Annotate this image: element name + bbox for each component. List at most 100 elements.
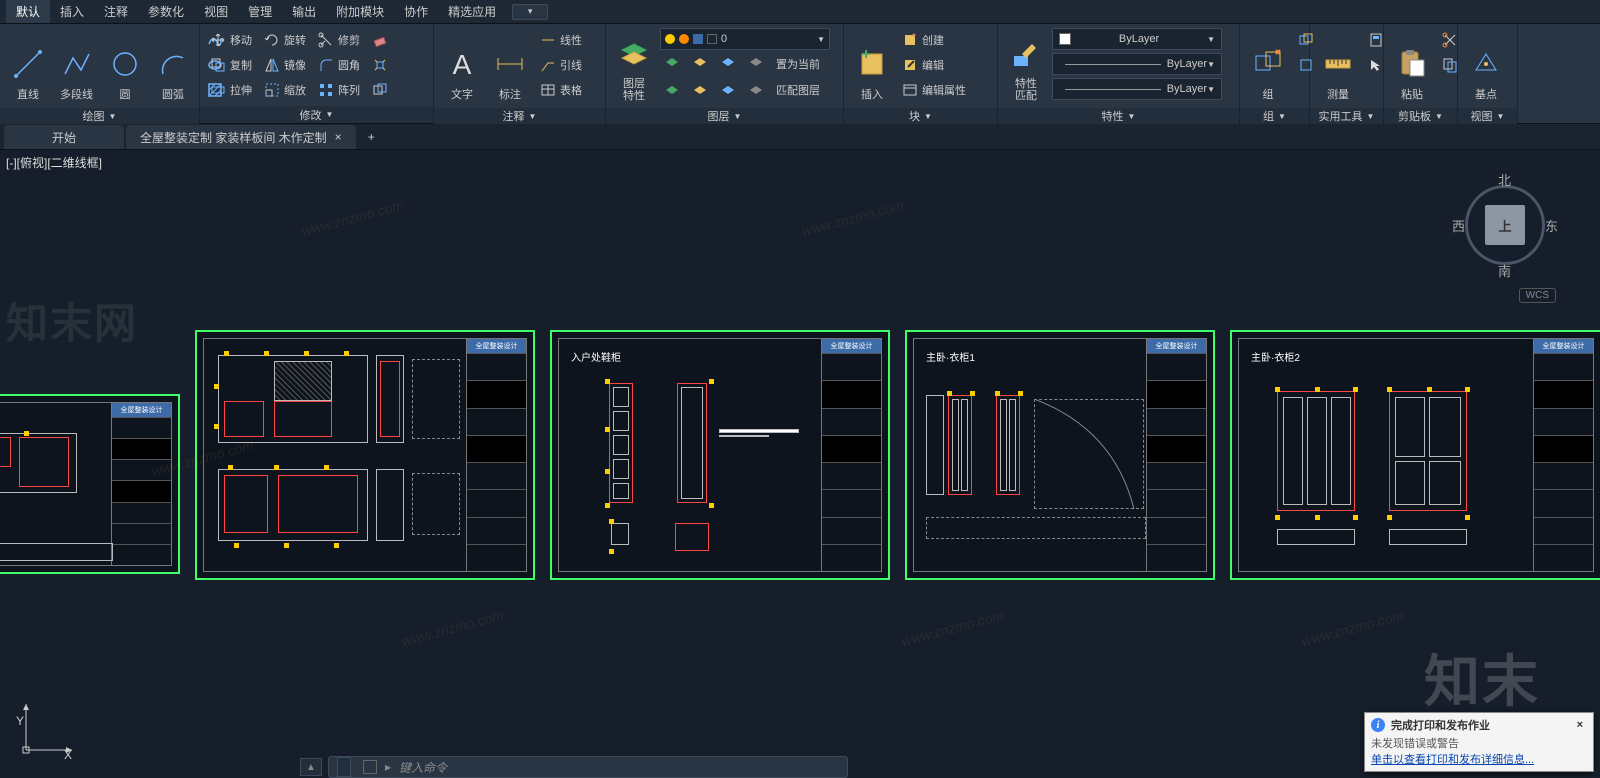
viewcube-west[interactable]: 西	[1452, 216, 1465, 235]
leader-button[interactable]: 引线	[536, 53, 586, 77]
create-block-button[interactable]: 创建	[898, 28, 970, 52]
layers-icon	[618, 36, 650, 76]
scale-button[interactable]: 缩放	[260, 78, 310, 102]
drawing-sheet-2[interactable]: 全屋整装设计 入户处鞋柜	[550, 330, 890, 580]
polyline-button[interactable]: 多段线	[54, 28, 99, 104]
notification-close-button[interactable]: ×	[1573, 719, 1587, 731]
layer-iso-button[interactable]	[660, 52, 684, 76]
drawing-sheet-4[interactable]: 全屋整装设计 主卧·衣柜2	[1230, 330, 1600, 580]
explode-icon	[372, 57, 388, 73]
panel-utilities: 测量 实用工具▼	[1310, 24, 1384, 123]
layer-sub-icon	[720, 82, 736, 98]
drawing-sheet-1[interactable]: 全屋整装设计	[195, 330, 535, 580]
wcs-badge[interactable]: WCS	[1519, 288, 1556, 303]
text-icon: A	[446, 44, 478, 84]
insert-icon	[856, 44, 888, 84]
file-tab-start[interactable]: 开始	[4, 125, 124, 149]
panel-block: 插入 创建 编辑 编辑属性 块▼	[844, 24, 998, 123]
mirror-button[interactable]: 镜像	[260, 53, 310, 77]
panel-view: 基点 视图▼	[1458, 24, 1518, 123]
color-swatch-icon	[707, 34, 717, 44]
notification-link[interactable]: 单击以查看打印和发布详细信息...	[1371, 751, 1587, 767]
lineweight-dropdown[interactable]: ByLayer▼	[1052, 53, 1222, 75]
drawing-canvas[interactable]: [-][俯视][二维线框] 全屋整装设计 全屋整装设计	[0, 150, 1600, 778]
arc-button[interactable]: 圆弧	[151, 28, 195, 104]
menu-tab-output[interactable]: 输出	[282, 0, 326, 23]
linear-dim-button[interactable]: 线性	[536, 28, 586, 52]
color-dropdown[interactable]: ByLayer▼	[1052, 28, 1222, 50]
basepoint-icon	[1470, 44, 1502, 84]
cmdline-expand[interactable]: ▲	[300, 758, 322, 776]
erase-button[interactable]	[368, 28, 392, 52]
dimension-button[interactable]: 标注	[488, 28, 532, 104]
measure-button[interactable]: 测量	[1316, 28, 1360, 104]
copy-button[interactable]: 复制	[206, 53, 256, 77]
circle-button[interactable]: 圆	[103, 28, 147, 104]
explode-button[interactable]	[368, 53, 392, 77]
menu-tab-view[interactable]: 视图	[194, 0, 238, 23]
panel-block-label: 块	[909, 108, 920, 124]
layer-on-button[interactable]	[660, 78, 684, 102]
basepoint-button[interactable]: 基点	[1464, 28, 1508, 104]
layer-sub-icon	[748, 56, 764, 72]
view-cube[interactable]: 上 北 南 东 西	[1450, 170, 1560, 280]
group-button[interactable]: 组	[1246, 28, 1290, 104]
new-tab-button[interactable]: +	[358, 125, 385, 149]
menu-tab-parametric[interactable]: 参数化	[138, 0, 194, 23]
insert-block-button[interactable]: 插入	[850, 28, 894, 104]
menu-tab-manage[interactable]: 管理	[238, 0, 282, 23]
layer-off-button[interactable]	[688, 52, 712, 76]
panel-group: 组 组▼	[1240, 24, 1310, 123]
viewcube-east[interactable]: 东	[1545, 216, 1558, 235]
menu-tab-insert[interactable]: 插入	[50, 0, 94, 23]
viewcube-north[interactable]: 北	[1498, 170, 1511, 189]
menu-tab-default[interactable]: 默认	[6, 0, 50, 23]
panel-annotation: A 文字 标注 线性 引线 表格 注释▼	[434, 24, 606, 123]
rotate-button[interactable]: 旋转	[260, 28, 310, 52]
fillet-button[interactable]: 圆角	[314, 53, 364, 77]
text-button[interactable]: A 文字	[440, 28, 484, 104]
viewcube-south[interactable]: 南	[1498, 261, 1511, 280]
layer-lock-button[interactable]	[744, 52, 768, 76]
layer-prev-button[interactable]	[744, 78, 768, 102]
array-button[interactable]: 阵列	[314, 78, 364, 102]
cmdline-handle[interactable]	[337, 757, 351, 777]
offset-icon	[372, 82, 388, 98]
menu-tab-express[interactable]: 精选应用	[438, 0, 506, 23]
sheet-title: 主卧·衣柜2	[1251, 349, 1300, 364]
menu-tab-collab[interactable]: 协作	[394, 0, 438, 23]
layer-dropdown[interactable]: 0 ▼	[660, 28, 830, 50]
menu-tab-annotate[interactable]: 注释	[94, 0, 138, 23]
stretch-button[interactable]: 拉伸	[206, 78, 256, 102]
layer-props-button[interactable]: 图层特性	[612, 28, 656, 104]
measure-icon	[1322, 44, 1354, 84]
trim-button[interactable]: 修剪	[314, 28, 364, 52]
layer-thaw-button[interactable]	[688, 78, 712, 102]
match-layer-button[interactable]: 匹配图层	[772, 78, 824, 102]
file-tab-document[interactable]: 全屋整装定制 家装样板间 木作定制×	[126, 125, 356, 149]
offset-button[interactable]	[368, 78, 392, 102]
viewport-label[interactable]: [-][俯视][二维线框]	[6, 154, 102, 171]
viewcube-top[interactable]: 上	[1485, 205, 1525, 245]
edit-block-icon	[902, 57, 918, 73]
paste-button[interactable]: 粘贴	[1390, 28, 1434, 104]
command-input[interactable]: ▸ 键入命令	[328, 756, 848, 778]
line-button[interactable]: 直线	[6, 28, 50, 104]
move-button[interactable]: 移动	[206, 28, 256, 52]
arc-icon	[157, 44, 189, 84]
match-props-button[interactable]: 特性匹配	[1004, 28, 1048, 104]
menu-tab-addins[interactable]: 附加模块	[326, 0, 394, 23]
menu-dropdown-more[interactable]: ▾	[512, 4, 548, 20]
table-button[interactable]: 表格	[536, 78, 586, 102]
sheet-title: 入户处鞋柜	[571, 349, 621, 364]
layer-freeze-button[interactable]	[716, 52, 740, 76]
set-current-button[interactable]: 置为当前	[772, 52, 824, 76]
linetype-dropdown[interactable]: ByLayer▼	[1052, 78, 1222, 100]
edit-attr-button[interactable]: 编辑属性	[898, 78, 970, 102]
drawing-sheet-3[interactable]: 全屋整装设计 主卧·衣柜1	[905, 330, 1215, 580]
layer-unlock-button[interactable]	[716, 78, 740, 102]
line-icon	[12, 44, 44, 84]
edit-block-button[interactable]: 编辑	[898, 53, 970, 77]
drawing-sheet-0[interactable]: 全屋整装设计	[0, 394, 180, 574]
close-tab-button[interactable]: ×	[335, 130, 342, 144]
